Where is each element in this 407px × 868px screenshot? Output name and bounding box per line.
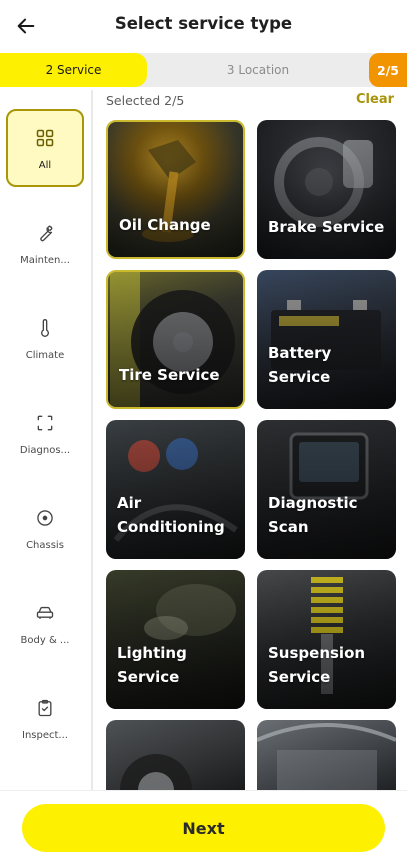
wrench-icon xyxy=(33,221,57,245)
service-card-partial-left[interactable] xyxy=(106,720,245,790)
app-header: Select service type xyxy=(0,0,407,52)
page-title: Select service type xyxy=(114,14,293,33)
scan-icon xyxy=(33,411,57,435)
step-counter-badge: 2/5 xyxy=(369,53,407,87)
service-card-title: Diagnostic Scan xyxy=(268,494,358,536)
sidebar-item-all[interactable]: All xyxy=(6,109,84,187)
sidebar-item-climate[interactable]: Climate xyxy=(6,299,84,377)
footer-bar: Next xyxy=(0,790,407,868)
step-progress: 2 Service 3 Location 2/5 xyxy=(0,53,407,87)
sidebar-item-inspection[interactable]: Inspect... xyxy=(6,679,84,757)
service-card-title: Tire Service xyxy=(119,366,220,384)
service-card-title: Suspension Service xyxy=(268,644,366,686)
clear-button[interactable]: Clear xyxy=(356,92,394,107)
service-card-title: Air Conditioning xyxy=(117,494,225,536)
service-card-air-conditioning[interactable]: Air Conditioning xyxy=(106,420,245,559)
sidebar-item-label: Chassis xyxy=(26,539,64,551)
service-card-tire-service[interactable]: Tire Service xyxy=(106,270,245,409)
target-icon xyxy=(33,506,57,530)
sidebar-item-maintenance[interactable]: Mainten... xyxy=(6,204,84,282)
service-card-battery-service[interactable]: Battery Service xyxy=(257,270,396,409)
sidebar-item-label: Climate xyxy=(25,349,65,361)
thermometer-icon xyxy=(33,316,57,340)
service-card-title: Oil Change xyxy=(119,216,211,234)
category-sidebar: All Mainten... Climate Diagnos... Chassi… xyxy=(0,90,93,790)
sidebar-item-label: Mainten... xyxy=(20,254,70,266)
car-icon xyxy=(33,601,57,625)
service-card-title: Battery Service xyxy=(268,344,332,386)
step-service: 2 Service xyxy=(0,53,147,87)
sidebar-item-label: Body & ... xyxy=(20,634,70,646)
sidebar-item-label: All xyxy=(38,159,52,171)
sidebar-item-label: Inspect... xyxy=(22,729,68,741)
service-card-title: Lighting Service xyxy=(117,644,187,686)
grid-icon xyxy=(33,126,57,150)
sidebar-item-diagnostics[interactable]: Diagnos... xyxy=(6,394,84,472)
service-card-brake-service[interactable]: Brake Service xyxy=(257,120,396,259)
selection-summary: Selected 2/5 xyxy=(106,93,185,108)
service-card-suspension-service[interactable]: Suspension Service xyxy=(257,570,396,709)
clipboard-check-icon xyxy=(33,696,57,720)
service-card-diagnostic-scan[interactable]: Diagnostic Scan xyxy=(257,420,396,559)
service-card-partial-right[interactable] xyxy=(257,720,396,790)
sidebar-item-chassis[interactable]: Chassis xyxy=(6,489,84,567)
sidebar-item-label: Diagnos... xyxy=(19,444,71,456)
service-card-lighting-service[interactable]: Lighting Service xyxy=(106,570,245,709)
sidebar-item-body[interactable]: Body & ... xyxy=(6,584,84,662)
next-button[interactable]: Next xyxy=(22,804,385,852)
selection-row: Selected 2/5 Clear xyxy=(106,92,394,110)
service-card-oil-change[interactable]: Oil Change xyxy=(106,120,245,259)
step-location: 3 Location xyxy=(226,63,290,77)
service-card-title: Brake Service xyxy=(268,218,385,236)
